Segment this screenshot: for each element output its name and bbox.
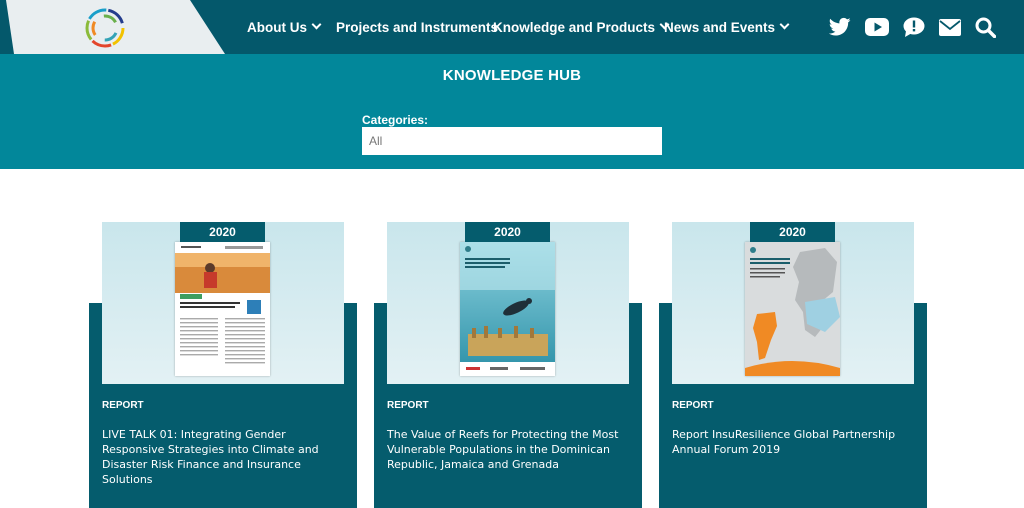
card-thumbnail[interactable] — [102, 222, 344, 384]
feedback-bubble-icon[interactable] — [903, 17, 925, 37]
nav-news-and-events[interactable]: News and Events — [664, 0, 790, 54]
twitter-icon[interactable] — [829, 17, 851, 37]
card-type-label: REPORT — [672, 400, 714, 411]
categories-selected-value: All — [369, 134, 383, 148]
year-badge: 2020 — [465, 222, 550, 242]
chevron-down-icon — [311, 19, 322, 30]
nav-projects-label: Projects and Instruments — [336, 19, 499, 35]
nav-knowledge-and-products[interactable]: Knowledge and Products — [493, 0, 670, 54]
top-navigation-bar: About Us Projects and Instruments Knowle… — [0, 0, 1024, 54]
card-title[interactable]: LIVE TALK 01: Integrating Gender Respons… — [102, 427, 347, 487]
report-cover-image — [175, 242, 270, 376]
card-thumbnail[interactable] — [672, 222, 914, 384]
knowledge-hub-banner: KNOWLEDGE HUB Categories: All — [0, 54, 1024, 169]
nav-about-us-label: About Us — [247, 19, 307, 35]
nav-projects-and-instruments[interactable]: Projects and Instruments — [336, 0, 498, 54]
card-type-label: REPORT — [387, 400, 429, 411]
social-icons — [829, 0, 996, 54]
report-card[interactable]: 2020 REPORT LIVE TALK 01: Integrating Ge… — [89, 222, 357, 508]
chevron-down-icon — [779, 19, 790, 30]
categories-select[interactable]: All — [362, 127, 662, 155]
card-type-label: REPORT — [102, 400, 144, 411]
card-thumbnail[interactable] — [387, 222, 629, 384]
nav-about-us[interactable]: About Us — [247, 0, 322, 54]
circular-swirl-logo[interactable] — [84, 7, 126, 49]
page-title: KNOWLEDGE HUB — [442, 67, 582, 84]
report-card[interactable]: 2020 REPORT The Value of Reefs for Prote… — [374, 222, 642, 508]
report-cover-image — [745, 242, 840, 376]
youtube-icon[interactable] — [865, 18, 889, 36]
search-icon[interactable] — [975, 17, 996, 38]
report-card[interactable]: 2020 REPORT Report InsuResilience Global… — [659, 222, 927, 508]
envelope-icon[interactable] — [939, 18, 961, 36]
nav-news-label: News and Events — [664, 19, 776, 35]
report-cover-image — [460, 242, 555, 376]
card-title[interactable]: Report InsuResilience Global Partnership… — [672, 427, 917, 457]
nav-knowledge-label: Knowledge and Products — [493, 19, 656, 35]
year-badge: 2020 — [180, 222, 265, 242]
categories-label: Categories: — [362, 113, 429, 127]
card-title[interactable]: The Value of Reefs for Protecting the Mo… — [387, 427, 632, 472]
year-badge: 2020 — [750, 222, 835, 242]
